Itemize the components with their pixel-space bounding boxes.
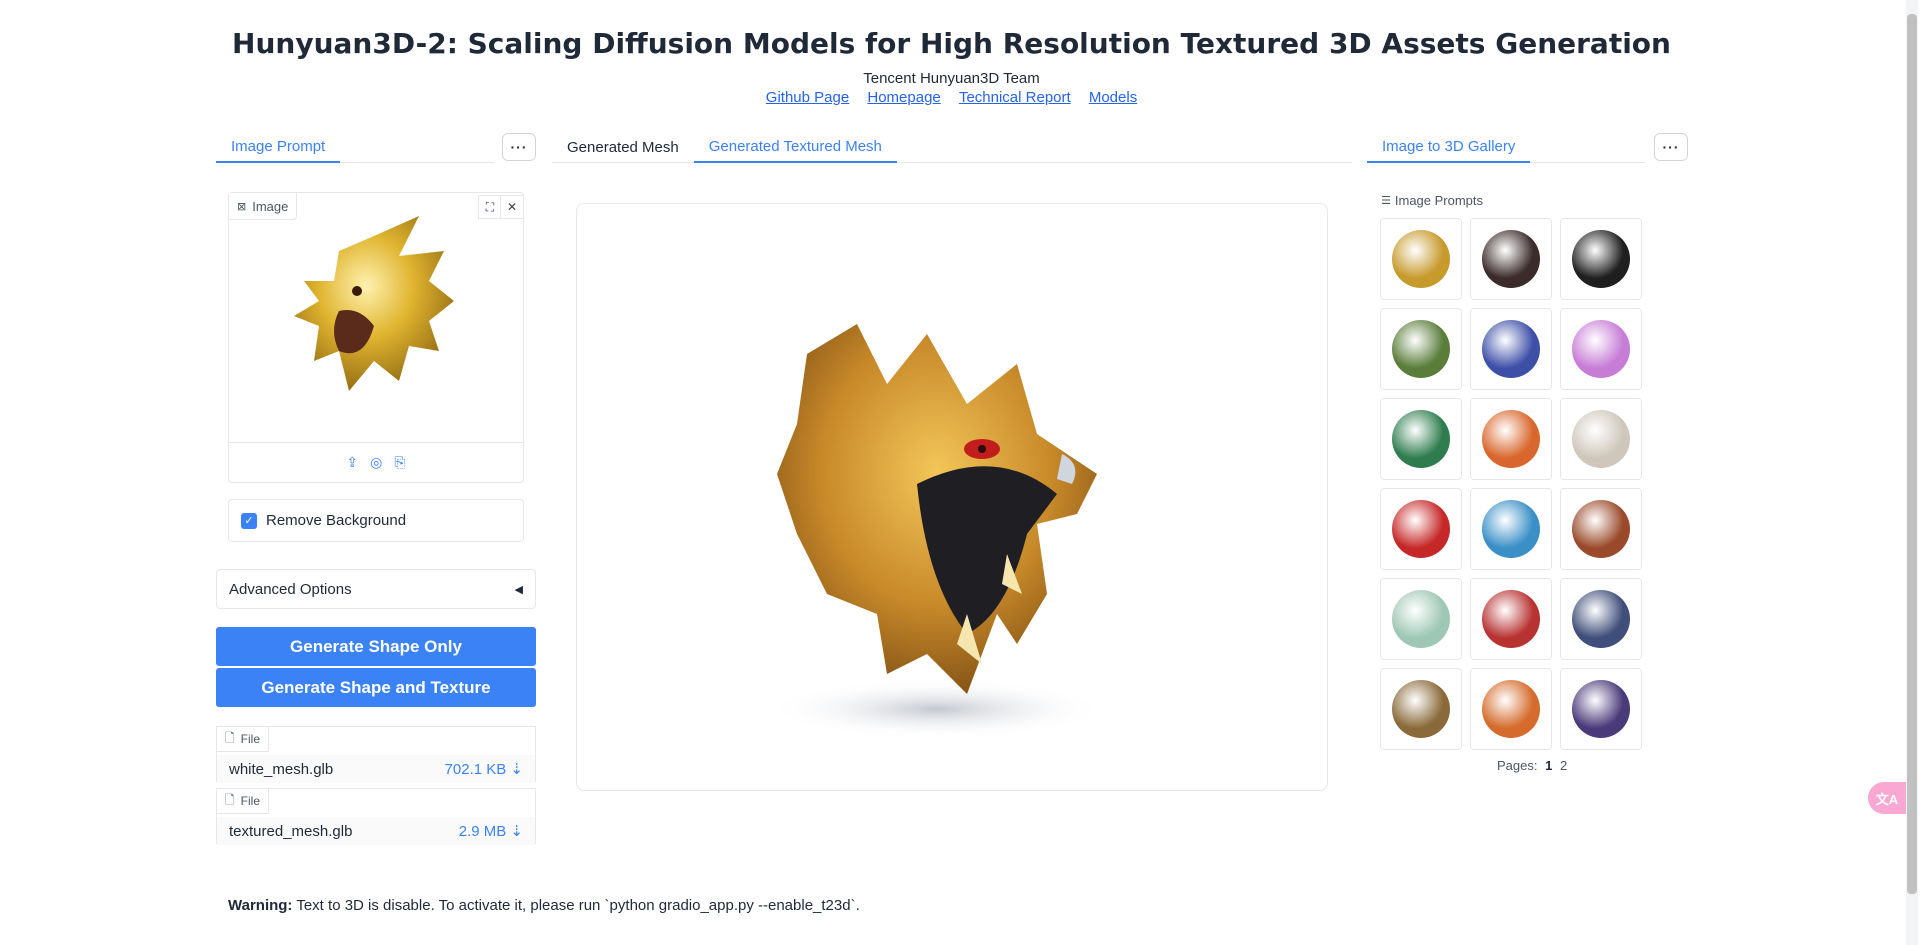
gallery-label: ☰ Image Prompts — [1381, 193, 1483, 208]
file-icon: 🗋 — [225, 730, 235, 745]
car-icon — [1392, 590, 1450, 648]
model-viewer[interactable] — [576, 203, 1328, 791]
seahorse-icon — [1482, 500, 1540, 558]
file-label: 🗋 File — [217, 727, 269, 752]
gallery-thumbnail[interactable] — [1380, 398, 1462, 480]
penguin-icon — [1572, 230, 1630, 288]
file-label-text: File — [240, 732, 260, 746]
pagination: Pages: 1 2 — [1497, 758, 1567, 773]
pages-label: Pages: — [1497, 758, 1538, 773]
witch-hat-icon — [1572, 680, 1630, 738]
christmas-tree-icon — [1572, 320, 1630, 378]
horse-icon — [1482, 590, 1540, 648]
gallery-thumbnail[interactable] — [1560, 668, 1642, 750]
golden-dragon-icon — [1392, 230, 1450, 288]
jade-pendant-icon — [1392, 410, 1450, 468]
tree-icon — [1392, 320, 1450, 378]
bird-icon — [1482, 680, 1540, 738]
statue-head-icon — [1572, 410, 1630, 468]
remove-background-row: ✓ Remove Background — [228, 499, 524, 542]
technical-report-link[interactable]: Technical Report — [959, 89, 1071, 106]
tab-generated-mesh[interactable]: Generated Mesh — [552, 129, 694, 162]
generate-shape-button[interactable]: Generate Shape Only — [216, 627, 536, 666]
page-title: Hunyuan3D-2: Scaling Diffusion Models fo… — [232, 27, 1671, 60]
train-icon — [1572, 500, 1630, 558]
remove-background-checkbox[interactable]: ✓ — [241, 512, 257, 529]
gallery-thumbnail[interactable] — [1380, 488, 1462, 570]
gallery-thumbnail[interactable] — [1560, 398, 1642, 480]
gallery-grid — [1380, 218, 1642, 750]
clipboard-icon[interactable]: ⎘ — [394, 454, 405, 471]
tab-image-prompt[interactable]: Image Prompt — [216, 130, 341, 163]
translate-button[interactable]: 文A — [1868, 782, 1906, 814]
gallery-thumbnail[interactable] — [1470, 308, 1552, 390]
image-input[interactable]: ⊠ Image ⛶ ✕ ⇪ ◎ ⎘ — [228, 192, 524, 483]
models-link[interactable]: Models — [1089, 89, 1137, 106]
file-row: white_mesh.glb 702.1 KB ⇣ — [217, 755, 535, 783]
gallery-thumbnail[interactable] — [1380, 308, 1462, 390]
gallery-thumbnail[interactable] — [1560, 488, 1642, 570]
revolver-icon — [1572, 590, 1630, 648]
remove-background-label: Remove Background — [266, 512, 407, 529]
github-link[interactable]: Github Page — [766, 89, 849, 106]
close-icon[interactable]: ✕ — [500, 195, 524, 219]
fullscreen-icon[interactable]: ⛶ — [478, 195, 502, 219]
center-tabbar: Generated Mesh Generated Textured Mesh — [552, 129, 1352, 163]
tab-generated-textured-mesh[interactable]: Generated Textured Mesh — [693, 130, 897, 163]
advanced-options-label: Advanced Options — [229, 580, 352, 598]
upload-icon[interactable]: ⇪ — [346, 454, 358, 471]
file-download-link[interactable]: 702.1 KB ⇣ — [445, 760, 523, 778]
file-name: textured_mesh.glb — [229, 822, 353, 840]
staff-icon — [1392, 680, 1450, 738]
shield-icon — [1482, 230, 1540, 288]
right-more-button[interactable]: ··· — [1654, 133, 1688, 161]
gallery-thumbnail[interactable] — [1380, 668, 1462, 750]
file-label: 🗋 File — [217, 789, 269, 814]
image-icon: ⊠ — [237, 200, 247, 213]
image-toolbar: ⇪ ◎ ⎘ — [229, 442, 523, 482]
gallery-thumbnail[interactable] — [1470, 488, 1552, 570]
gallery-thumbnail[interactable] — [1380, 578, 1462, 660]
generate-shape-texture-button[interactable]: Generate Shape and Texture — [216, 668, 536, 707]
textured-dragon-model — [767, 324, 1107, 739]
pirate-figure-icon — [1482, 410, 1540, 468]
house-icon — [1482, 320, 1540, 378]
page-2-link[interactable]: 2 — [1560, 758, 1567, 773]
triangle-left-icon: ◀ — [514, 583, 523, 596]
textured-mesh-file: 🗋 File textured_mesh.glb 2.9 MB ⇣ — [216, 788, 536, 845]
gallery-thumbnail[interactable] — [1470, 398, 1552, 480]
list-icon: ☰ — [1381, 195, 1391, 207]
advanced-options-accordion[interactable]: Advanced Options ◀ — [216, 569, 536, 609]
right-tabbar: Image to 3D Gallery — [1367, 129, 1645, 163]
gallery-thumbnail[interactable] — [1470, 578, 1552, 660]
warning-text: Text to 3D is disable. To activate it, p… — [296, 897, 860, 914]
file-name: white_mesh.glb — [229, 760, 334, 778]
page-scrollbar[interactable] — [1906, 0, 1918, 945]
gallery-thumbnail[interactable] — [1560, 578, 1642, 660]
team-name: Tencent Hunyuan3D Team — [863, 70, 1040, 87]
gallery-thumbnail[interactable] — [1380, 218, 1462, 300]
file-icon: 🗋 — [225, 792, 235, 807]
scrollbar-thumb[interactable] — [1907, 14, 1917, 894]
page-1-link[interactable]: 1 — [1545, 758, 1552, 773]
file-row: textured_mesh.glb 2.9 MB ⇣ — [217, 817, 535, 845]
dragon-head-image — [294, 216, 454, 391]
gallery-label-text: Image Prompts — [1394, 193, 1484, 208]
warning-message: Warning: Text to 3D is disable. To activ… — [228, 897, 860, 914]
homepage-link[interactable]: Homepage — [867, 89, 940, 106]
left-tabbar: Image Prompt — [216, 129, 494, 163]
file-download-link[interactable]: 2.9 MB ⇣ — [459, 822, 523, 840]
gallery-thumbnail[interactable] — [1560, 218, 1642, 300]
gallery-thumbnail[interactable] — [1470, 218, 1552, 300]
webcam-icon[interactable]: ◎ — [370, 454, 382, 471]
warning-label: Warning: — [228, 897, 293, 914]
gallery-thumbnail[interactable] — [1560, 308, 1642, 390]
header-links: Github Page Homepage Technical Report Mo… — [0, 89, 1903, 106]
left-more-button[interactable]: ··· — [502, 133, 536, 161]
santa-icon — [1392, 500, 1450, 558]
tab-image-to-3d-gallery[interactable]: Image to 3D Gallery — [1367, 130, 1531, 163]
file-label-text: File — [240, 794, 260, 808]
gallery-thumbnail[interactable] — [1470, 668, 1552, 750]
white-mesh-file: 🗋 File white_mesh.glb 702.1 KB ⇣ — [216, 726, 536, 783]
